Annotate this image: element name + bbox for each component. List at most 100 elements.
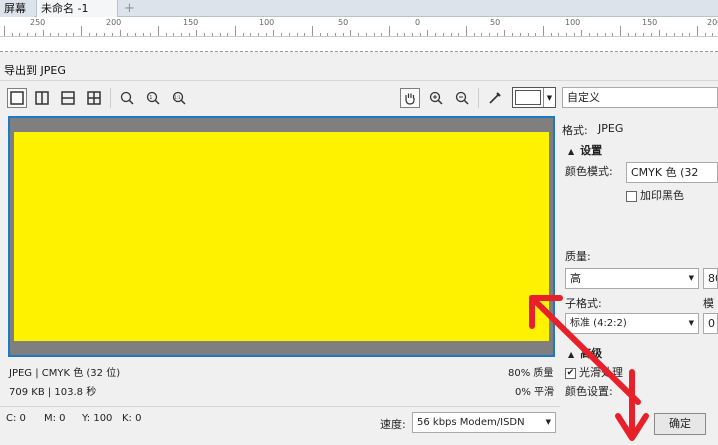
quality-number-input[interactable]: 80 bbox=[703, 268, 718, 289]
divider bbox=[0, 406, 560, 407]
ruler-tick bbox=[19, 33, 20, 36]
tab-untitled[interactable]: 未命名 -1 bbox=[36, 0, 118, 17]
quality-value: 高 bbox=[570, 272, 581, 285]
ruler-tick bbox=[335, 33, 336, 36]
preview-image bbox=[14, 132, 549, 341]
cmyk-k-value: K: 0 bbox=[122, 413, 142, 424]
ruler-tick bbox=[304, 33, 305, 36]
ruler-tick bbox=[112, 33, 113, 36]
svg-text:1:1: 1:1 bbox=[174, 95, 181, 100]
checkbox-box bbox=[626, 190, 637, 202]
format-info: JPEG | CMYK 色 (32 位) bbox=[9, 368, 121, 379]
ruler-tick bbox=[220, 33, 221, 36]
ruler-tick bbox=[166, 33, 167, 36]
image-preview[interactable] bbox=[8, 116, 555, 357]
background-color-swatch[interactable]: ▼ bbox=[512, 87, 556, 108]
ruler-tick bbox=[481, 33, 482, 36]
format-value: JPEG bbox=[598, 122, 624, 135]
ruler-tick bbox=[73, 33, 74, 36]
ruler-tick bbox=[605, 33, 606, 36]
horizontal-ruler: 250 200 150 100 50 0 50 100 150 200 bbox=[0, 17, 718, 37]
hand-pan-icon[interactable] bbox=[400, 88, 420, 108]
tab-screen[interactable]: 屏幕 bbox=[0, 0, 34, 17]
ruler-tick bbox=[420, 33, 421, 36]
swatch-color bbox=[515, 90, 541, 105]
zoom-out-icon[interactable] bbox=[452, 88, 472, 108]
ruler-tick bbox=[712, 33, 713, 36]
ruler-label: 100 bbox=[259, 18, 275, 27]
size-info: 709 KB | 103.8 秒 bbox=[9, 387, 97, 398]
ruler-tick bbox=[358, 33, 359, 36]
ruler-tick bbox=[397, 33, 398, 36]
overprint-black-label: 加印黑色 bbox=[640, 189, 684, 202]
ruler-tick bbox=[697, 26, 698, 36]
ruler-tick bbox=[612, 33, 613, 36]
ruler-tick bbox=[435, 33, 436, 36]
settings-title: 设置 bbox=[580, 144, 603, 157]
ruler-tick bbox=[66, 33, 67, 36]
canvas-strip bbox=[0, 37, 718, 52]
ruler-tick bbox=[4, 26, 5, 36]
ruler-tick bbox=[189, 33, 190, 36]
ruler-tick bbox=[705, 33, 706, 36]
chevron-down-icon: ▼ bbox=[543, 88, 555, 107]
ruler-label: 0 bbox=[415, 18, 421, 27]
ruler-label: 100 bbox=[565, 18, 581, 27]
zoom-100-icon[interactable]: 1:1 bbox=[169, 88, 189, 108]
ruler-tick bbox=[297, 33, 298, 36]
split-horizontal-icon[interactable] bbox=[58, 88, 78, 108]
cmyk-m-value: M: 0 bbox=[44, 413, 66, 424]
quad-view-icon[interactable] bbox=[84, 88, 104, 108]
ruler-label: 200 bbox=[106, 18, 122, 27]
zoom-fit-icon[interactable] bbox=[117, 88, 137, 108]
ruler-tick bbox=[666, 33, 667, 36]
svg-text:1: 1 bbox=[149, 95, 152, 101]
ruler-tick bbox=[558, 33, 559, 36]
single-view-icon[interactable] bbox=[7, 88, 27, 108]
ruler-tick bbox=[643, 33, 644, 36]
preset-dropdown[interactable]: 自定义 bbox=[562, 87, 718, 108]
add-tab-button[interactable]: + bbox=[120, 0, 135, 17]
divider bbox=[0, 80, 718, 81]
overprint-black-checkbox[interactable]: 加印黑色 bbox=[626, 187, 684, 203]
ruler-label: 250 bbox=[30, 18, 46, 27]
zoom-in-icon[interactable] bbox=[426, 88, 446, 108]
ruler-tick bbox=[597, 33, 598, 36]
color-mode-dropdown[interactable]: CMYK 色 (32 位) bbox=[626, 162, 718, 183]
eyedropper-icon[interactable] bbox=[485, 88, 505, 108]
ruler-tick bbox=[50, 33, 51, 36]
ruler-tick bbox=[581, 30, 582, 36]
ruler-tick bbox=[451, 33, 452, 36]
ruler-tick bbox=[682, 33, 683, 36]
ruler-tick bbox=[574, 33, 575, 36]
ruler-tick bbox=[381, 33, 382, 36]
ruler-label: 200 bbox=[707, 18, 718, 27]
ruler-tick bbox=[143, 33, 144, 36]
ruler-tick bbox=[43, 30, 44, 36]
ruler-tick bbox=[81, 26, 82, 36]
ruler-tick bbox=[266, 33, 267, 36]
format-label: 格式: bbox=[562, 124, 588, 137]
ruler-tick bbox=[127, 33, 128, 36]
ruler-tick bbox=[281, 33, 282, 36]
ruler-tick bbox=[204, 33, 205, 36]
ruler-tick bbox=[466, 26, 467, 36]
ruler-tick bbox=[589, 33, 590, 36]
ruler-tick bbox=[458, 33, 459, 36]
quality-dropdown[interactable]: 高 ▼ bbox=[565, 268, 699, 289]
ruler-tick bbox=[158, 26, 159, 36]
ruler-tick bbox=[374, 33, 375, 36]
zoom-one-to-one-icon[interactable]: 1 bbox=[143, 88, 163, 108]
ruler-label: 150 bbox=[183, 18, 199, 27]
ruler-tick bbox=[427, 30, 428, 36]
chevron-down-icon: ▼ bbox=[688, 319, 694, 327]
ruler-tick bbox=[320, 33, 321, 36]
ruler-tick bbox=[89, 33, 90, 36]
settings-section-header[interactable]: ▲ 设置 bbox=[568, 142, 602, 158]
blur-number-input[interactable]: 0 bbox=[703, 313, 718, 334]
ruler-tick bbox=[135, 33, 136, 36]
ruler-tick bbox=[551, 33, 552, 36]
split-vertical-icon[interactable] bbox=[32, 88, 52, 108]
red-arrow-annotation bbox=[615, 369, 649, 441]
ruler-tick bbox=[504, 30, 505, 36]
